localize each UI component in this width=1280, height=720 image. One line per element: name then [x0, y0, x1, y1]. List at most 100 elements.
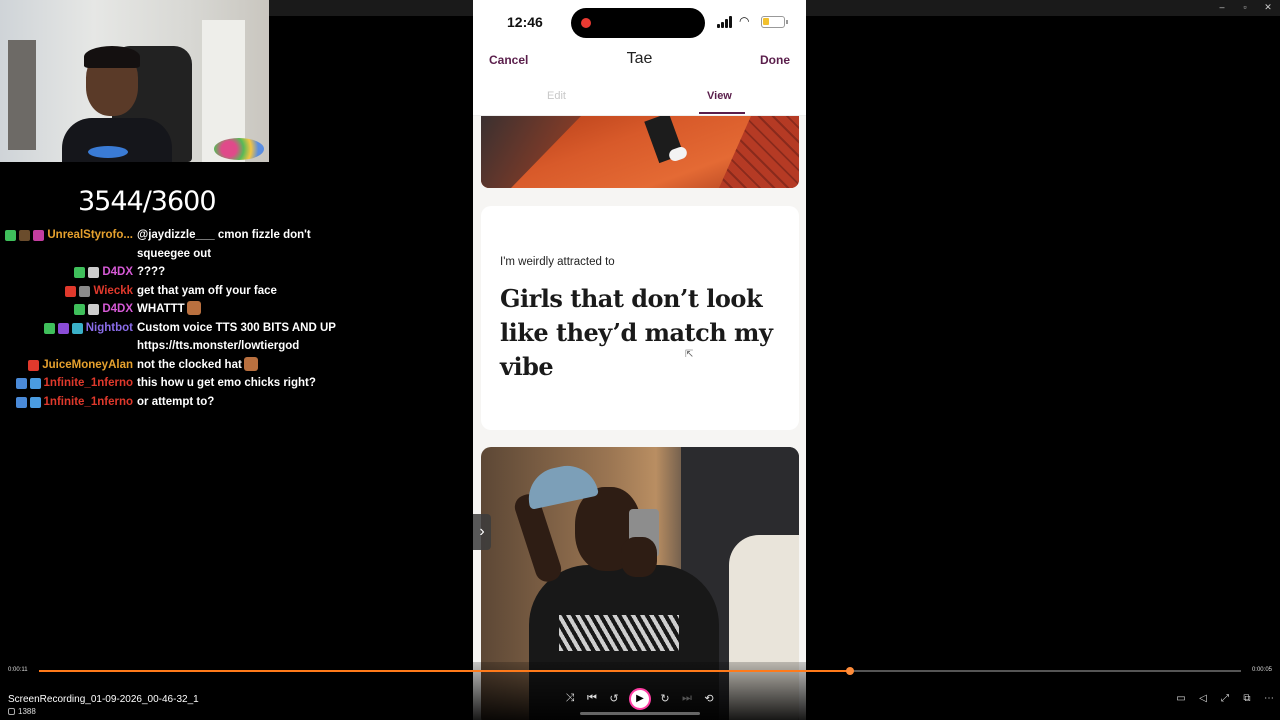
- seek-thumb[interactable]: [846, 667, 855, 675]
- video-filename: ScreenRecording_01-09-2026_00-46-32_1: [8, 694, 199, 705]
- emote-icon: [243, 356, 258, 371]
- webcam-feed: [0, 0, 269, 162]
- chat-badge-icon: [79, 285, 91, 297]
- mouse-cursor-icon: ⇱: [685, 349, 694, 360]
- chat-badge-icon: [5, 230, 17, 241]
- chat-text: get that yam off your face: [137, 282, 337, 301]
- chat-text: not the clocked hat: [137, 356, 337, 375]
- chat-badge-icon: [74, 304, 86, 315]
- prompt-card[interactable]: I'm weirdly attracted to Girls that don’…: [481, 206, 799, 430]
- chat-message: JuiceMoneyAlan not the clocked hat: [0, 356, 350, 375]
- chat-panel: UnrealStyrofo... @jaydizzle___ cmon fizzl…: [0, 226, 350, 411]
- expand-panel-icon[interactable]: ›: [473, 514, 491, 550]
- more-options-icon[interactable]: ⋯: [1262, 693, 1276, 704]
- chat-text-content: @jaydizzle___ cmon fizzle don't squeegee…: [137, 229, 311, 260]
- chat-username[interactable]: 1nfinite_1nferno: [44, 374, 133, 393]
- shuffle-icon[interactable]: ⤨: [562, 692, 578, 705]
- chat-badge-icon: [29, 396, 41, 408]
- next-icon[interactable]: ⏭: [679, 692, 695, 705]
- previous-icon[interactable]: ⏮: [584, 692, 600, 705]
- signal-icon: [717, 16, 735, 28]
- fullscreen-icon[interactable]: ⤢: [1218, 693, 1232, 704]
- chat-message: Wieckk get that yam off your face: [0, 282, 350, 301]
- seek-bar[interactable]: [39, 667, 1241, 675]
- active-tab-indicator: [699, 112, 745, 114]
- play-button[interactable]: ▶: [629, 688, 651, 710]
- chat-username[interactable]: Wieckk: [93, 282, 133, 301]
- profile-nav-bar: Cancel Tae Done: [473, 44, 806, 74]
- chat-text-content: get that yam off your face: [137, 284, 277, 297]
- stream-counter: 3544/3600: [78, 186, 217, 217]
- edit-view-tabs: Edit View: [473, 86, 806, 116]
- chat-badge-icon: [57, 322, 69, 334]
- emote-icon: [186, 301, 201, 315]
- chat-username[interactable]: 1nfinite_1nferno: [44, 393, 133, 412]
- chat-badge-icon: [88, 304, 100, 315]
- chat-text: WHATTT: [137, 300, 337, 319]
- tab-edit[interactable]: Edit: [547, 90, 566, 102]
- chat-message: D4DX????: [0, 263, 350, 282]
- chat-message: Nightbot Custom voice TTS 300 BITS AND UP…: [0, 319, 350, 356]
- minimize-icon[interactable]: –: [1212, 2, 1232, 12]
- home-indicator: [580, 712, 700, 715]
- chat-text-content: not the clocked hat: [137, 358, 242, 371]
- recording-dot-icon: [581, 18, 591, 28]
- forward-icon[interactable]: ↻: [657, 692, 673, 705]
- chat-badge-icon: [15, 396, 27, 408]
- repeat-icon[interactable]: ⟲: [701, 692, 717, 705]
- current-time: 0:00:11: [8, 667, 28, 673]
- chat-badge-icon: [15, 378, 27, 389]
- tab-view[interactable]: View: [707, 90, 732, 102]
- rewind-icon[interactable]: ↺: [606, 692, 622, 705]
- chat-username[interactable]: D4DX: [102, 300, 133, 319]
- chat-badge-icon: [71, 322, 83, 334]
- done-button[interactable]: Done: [760, 53, 790, 67]
- chat-badge-icon: [33, 230, 45, 241]
- chat-badge-icon: [19, 230, 31, 241]
- profile-photo[interactable]: [481, 116, 799, 188]
- prompt-question: I'm weirdly attracted to: [500, 256, 615, 268]
- view-count-value: 1388: [18, 707, 36, 716]
- chat-text-content: ????: [137, 266, 166, 278]
- chat-message: UnrealStyrofo... @jaydizzle___ cmon fizzl…: [0, 226, 350, 263]
- view-count: 1388: [8, 707, 36, 716]
- chat-username[interactable]: Nightbot: [86, 319, 133, 338]
- maximize-icon[interactable]: ▫: [1235, 2, 1255, 12]
- dynamic-island: [571, 8, 705, 38]
- chat-text: ????: [137, 263, 337, 282]
- chat-message: 1nfinite_1nferno this how u get emo chick…: [0, 374, 350, 393]
- chat-badge-icon: [43, 322, 55, 334]
- chat-message: D4DX WHATTT: [0, 300, 350, 319]
- chat-username[interactable]: UnrealStyrofo...: [47, 226, 133, 245]
- chat-text: Custom voice TTS 300 BITS AND UP https:/…: [137, 319, 337, 356]
- chat-text-content: or attempt to?: [137, 395, 215, 408]
- chat-text-content: Custom voice TTS 300 BITS AND UP https:/…: [137, 321, 336, 353]
- status-time: 12:46: [507, 14, 543, 30]
- video-player-controls: 0:00:11 0:00:05 ScreenRecording_01-09-20…: [0, 662, 1280, 720]
- chat-message: 1nfinite_1nferno or attempt to?: [0, 393, 350, 412]
- chat-text-content: this how u get emo chicks right?: [137, 377, 316, 389]
- chat-username[interactable]: JuiceMoneyAlan: [42, 356, 133, 375]
- miniplayer-icon[interactable]: ⧉: [1240, 693, 1254, 704]
- battery-icon: [761, 16, 788, 28]
- chat-text: this how u get emo chicks right?: [137, 374, 337, 393]
- chat-badge-icon: [28, 359, 40, 371]
- chat-text-content: WHATTT: [137, 303, 185, 315]
- close-icon[interactable]: ✕: [1258, 2, 1278, 13]
- views-icon: [8, 708, 15, 715]
- captions-icon[interactable]: ▭: [1174, 693, 1188, 704]
- wifi-icon: ◠: [739, 14, 750, 28]
- chat-text: or attempt to?: [137, 393, 337, 412]
- chat-username[interactable]: D4DX: [102, 263, 133, 282]
- chat-badge-icon: [65, 285, 77, 297]
- profile-content[interactable]: I'm weirdly attracted to Girls that don’…: [473, 116, 806, 720]
- chat-badge-icon: [74, 267, 86, 278]
- status-bar: 12:46 ◠: [473, 0, 806, 40]
- profile-title: Tae: [626, 50, 653, 67]
- total-time: 0:00:05: [1251, 667, 1272, 673]
- seek-progress: [39, 670, 851, 672]
- chat-badge-icon: [88, 267, 100, 278]
- chat-text: @jaydizzle___ cmon fizzle don't squeegee…: [137, 226, 337, 263]
- volume-icon[interactable]: ◁: [1196, 693, 1210, 704]
- prompt-answer: Girls that don’t look like they’d match …: [500, 284, 773, 381]
